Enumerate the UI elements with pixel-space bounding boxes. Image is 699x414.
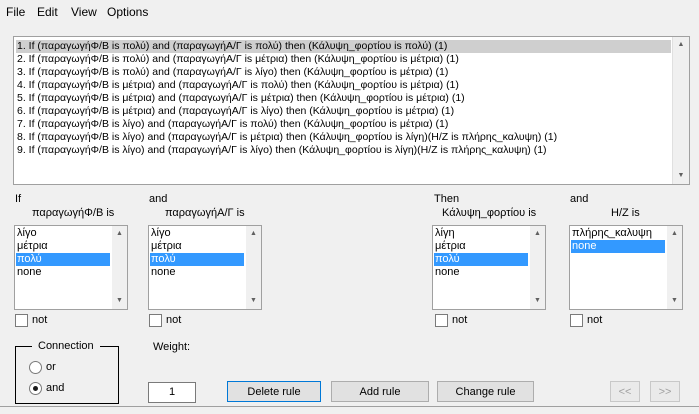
not-label: not <box>166 314 182 326</box>
listbox-scrollbar[interactable]: ▲ ▼ <box>667 226 682 309</box>
output2-var-label: Η/Ζ is <box>611 207 640 219</box>
menu-view[interactable]: View <box>71 5 97 19</box>
output1-var-label: Κάλυψη_φορτίου is <box>442 207 537 219</box>
connection-group <box>15 346 119 404</box>
list-item-selected[interactable]: none <box>571 240 665 253</box>
rule-list[interactable]: 1. If (παραγωγήΦ/Β is πολύ) and (παραγωγ… <box>13 36 690 185</box>
not-label: not <box>452 314 468 326</box>
scroll-up-icon[interactable]: ▲ <box>673 37 689 53</box>
menu-bar: File Edit View Options <box>0 0 699 24</box>
delete-rule-button[interactable]: Delete rule <box>227 381 321 402</box>
and-radio[interactable] <box>29 382 42 395</box>
output1-listbox[interactable]: λίγη μέτρια πολύ none ▲ ▼ <box>432 225 546 310</box>
menu-options[interactable]: Options <box>107 5 148 19</box>
output2-not-checkbox[interactable] <box>570 314 583 327</box>
next-button[interactable]: >> <box>650 381 680 402</box>
listbox-scrollbar[interactable]: ▲ ▼ <box>246 226 261 309</box>
input1-not-checkbox[interactable] <box>15 314 28 327</box>
radio-selected-dot <box>33 386 38 391</box>
input2-listbox[interactable]: λίγο μέτρια πολύ none ▲ ▼ <box>148 225 262 310</box>
prev-button[interactable]: << <box>610 381 640 402</box>
list-item[interactable]: λίγο <box>16 227 110 240</box>
list-item-selected[interactable]: πολύ <box>434 253 528 266</box>
and-label: and <box>46 382 65 394</box>
or-label: or <box>46 361 56 373</box>
list-item[interactable]: μέτρια <box>434 240 528 253</box>
rule-row[interactable]: 4. If (παραγωγήΦ/Β is μέτρια) and (παραγ… <box>16 79 671 92</box>
rule-row[interactable]: 8. If (παραγωγήΦ/Β is λίγο) and (παραγωγ… <box>16 131 671 144</box>
scroll-down-icon[interactable]: ▼ <box>673 168 689 184</box>
rule-row[interactable]: 3. If (παραγωγήΦ/Β is πολύ) and (παραγωγ… <box>16 66 671 79</box>
input1-listbox[interactable]: λίγο μέτρια πολύ none ▲ ▼ <box>14 225 128 310</box>
list-item[interactable]: λίγο <box>150 227 244 240</box>
connection-title: Connection <box>32 340 100 352</box>
list-item[interactable]: πλήρης_καλυψη <box>571 227 665 240</box>
scroll-up-icon[interactable]: ▲ <box>530 226 545 242</box>
scroll-up-icon[interactable]: ▲ <box>112 226 127 242</box>
list-item[interactable]: none <box>434 266 528 279</box>
scroll-down-icon[interactable]: ▼ <box>246 293 261 309</box>
scroll-up-icon[interactable]: ▲ <box>246 226 261 242</box>
rule-row[interactable]: 6. If (παραγωγήΦ/Β is μέτρια) and (παραγ… <box>16 105 671 118</box>
if-label: If <box>15 193 22 205</box>
list-item[interactable]: none <box>16 266 110 279</box>
list-item[interactable]: μέτρια <box>150 240 244 253</box>
input1-var-label: παραγωγήΦ/Β is <box>32 207 115 219</box>
list-item[interactable]: μέτρια <box>16 240 110 253</box>
and-label-input2: and <box>149 193 168 205</box>
list-item[interactable]: none <box>150 266 244 279</box>
or-radio[interactable] <box>29 361 42 374</box>
not-label: not <box>32 314 48 326</box>
add-rule-button[interactable]: Add rule <box>331 381 429 402</box>
list-item-selected[interactable]: πολύ <box>150 253 244 266</box>
rule-row[interactable]: 9. If (παραγωγήΦ/Β is λίγο) and (παραγωγ… <box>16 144 671 157</box>
weight-input[interactable]: 1 <box>148 382 196 403</box>
list-item-selected[interactable]: πολύ <box>16 253 110 266</box>
not-label: not <box>587 314 603 326</box>
output2-listbox[interactable]: πλήρης_καλυψη none ▲ ▼ <box>569 225 683 310</box>
rule-row[interactable]: 7. If (παραγωγήΦ/Β is λίγο) and (παραγωγ… <box>16 118 671 131</box>
scroll-down-icon[interactable]: ▼ <box>112 293 127 309</box>
input2-var-label: παραγωγήΑ/Γ is <box>165 207 245 219</box>
input2-not-checkbox[interactable] <box>149 314 162 327</box>
weight-label: Weight: <box>153 341 191 353</box>
listbox-scrollbar[interactable]: ▲ ▼ <box>530 226 545 309</box>
and-label-output2: and <box>570 193 589 205</box>
rule-row[interactable]: 1. If (παραγωγήΦ/Β is πολύ) and (παραγωγ… <box>16 40 671 53</box>
change-rule-button[interactable]: Change rule <box>437 381 534 402</box>
rule-row[interactable]: 5. If (παραγωγήΦ/Β is μέτρια) and (παραγ… <box>16 92 671 105</box>
scroll-down-icon[interactable]: ▼ <box>530 293 545 309</box>
output1-not-checkbox[interactable] <box>435 314 448 327</box>
menu-edit[interactable]: Edit <box>37 5 58 19</box>
list-item[interactable]: λίγη <box>434 227 528 240</box>
listbox-scrollbar[interactable]: ▲ ▼ <box>112 226 127 309</box>
rule-list-scrollbar[interactable]: ▲ ▼ <box>672 37 689 184</box>
scroll-down-icon[interactable]: ▼ <box>667 293 682 309</box>
scroll-up-icon[interactable]: ▲ <box>667 226 682 242</box>
then-label: Then <box>434 193 460 205</box>
rule-row[interactable]: 2. If (παραγωγήΦ/Β is πολύ) and (παραγωγ… <box>16 53 671 66</box>
menu-file[interactable]: File <box>6 5 25 19</box>
